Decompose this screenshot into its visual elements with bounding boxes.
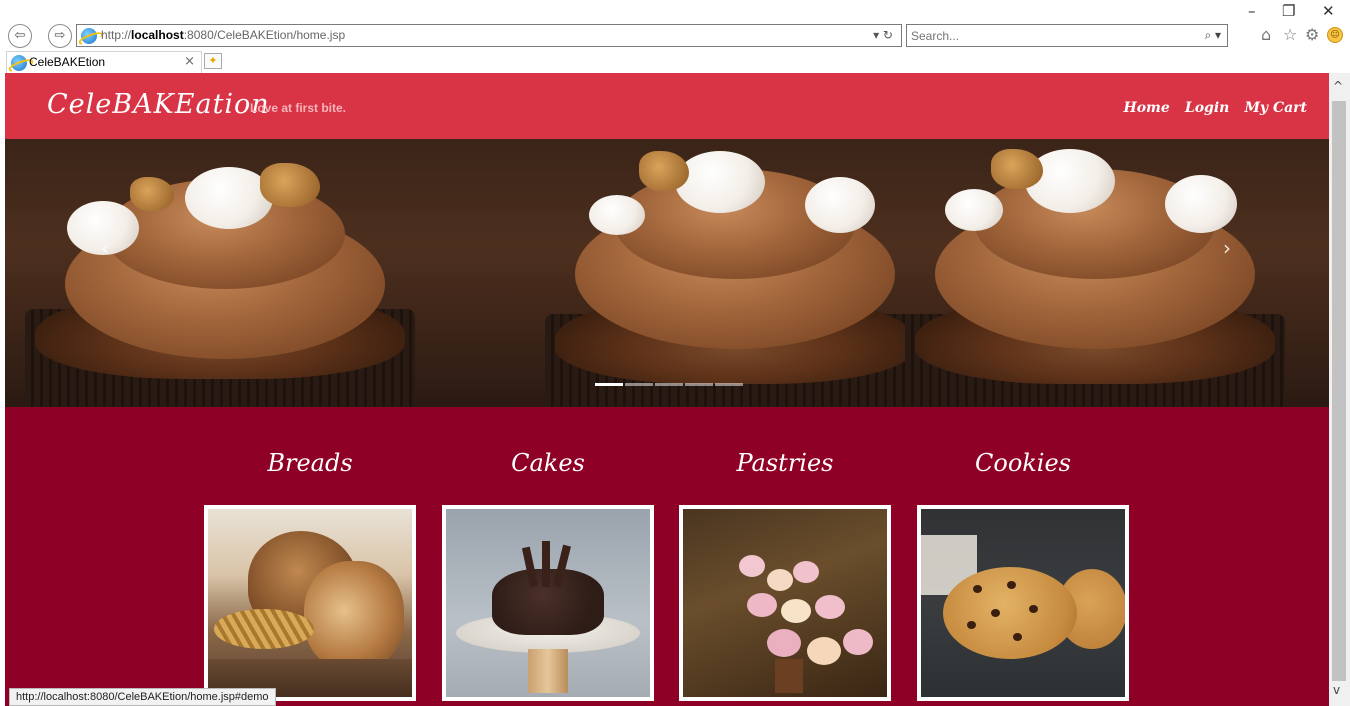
cakes-image[interactable] — [442, 505, 654, 701]
tab-title: CeleBAKEtion — [29, 55, 106, 69]
home-icon[interactable]: ⌂ — [1261, 25, 1271, 44]
gear-icon[interactable]: ⚙ — [1305, 25, 1319, 44]
category-title[interactable]: Pastries — [679, 449, 891, 477]
tab-celebaketion[interactable]: CeleBAKEtion × — [6, 51, 202, 73]
new-tab-button[interactable]: ✦ — [204, 53, 222, 69]
category-title[interactable]: Cookies — [917, 449, 1129, 477]
feedback-smiley-icon[interactable]: ☺ — [1327, 27, 1343, 43]
nav-home[interactable]: Home — [1123, 100, 1169, 116]
address-row: ⇦ ⇨ http://localhost:8080/CeleBAKEtion/h… — [0, 22, 1350, 50]
category-pastries[interactable]: Pastries — [679, 407, 891, 706]
category-cookies[interactable]: Cookies — [917, 407, 1129, 706]
site-brand[interactable]: CeleBAKEation — [47, 89, 270, 120]
tab-row: CeleBAKEtion × ✦ — [0, 50, 1350, 73]
carousel-indicator[interactable] — [715, 383, 743, 386]
page-viewport: CeleBAKEation Love at first bite. Home L… — [5, 73, 1329, 706]
restore-icon[interactable]: ❐ — [1282, 2, 1295, 20]
carousel-indicator[interactable] — [655, 383, 683, 386]
search-input[interactable] — [911, 27, 1191, 44]
status-url-tooltip: http://localhost:8080/CeleBAKEtion/home.… — [9, 688, 276, 706]
carousel-indicator[interactable] — [625, 383, 653, 386]
site-header: CeleBAKEation Love at first bite. Home L… — [5, 73, 1329, 139]
toolbar-icons: ⌂ ☆ ⚙ ☺ — [1255, 25, 1350, 47]
category-title[interactable]: Cakes — [442, 449, 654, 477]
window-controls: – ❐ ✕ — [1230, 0, 1350, 22]
scroll-down-icon[interactable]: v — [1333, 683, 1340, 697]
nav-login[interactable]: Login — [1185, 100, 1229, 116]
address-bar[interactable]: http://localhost:8080/CeleBAKEtion/home.… — [76, 24, 902, 47]
carousel-indicator[interactable] — [685, 383, 713, 386]
address-dropdown-refresh-icons[interactable]: ▾ ↻ — [873, 28, 893, 42]
category-section: Breads Cakes Pastries Cookies — [5, 407, 1329, 706]
close-window-icon[interactable]: ✕ — [1322, 2, 1335, 20]
carousel-indicator[interactable] — [595, 383, 623, 386]
nav-my-cart[interactable]: My Cart — [1244, 100, 1307, 116]
carousel-next-icon[interactable]: › — [1217, 233, 1237, 263]
ie-page-icon — [81, 28, 97, 44]
ie-tab-icon — [11, 55, 27, 71]
tab-close-icon[interactable]: × — [184, 54, 195, 69]
hero-carousel[interactable]: ‹ › — [5, 139, 1329, 407]
page-scrollbar[interactable]: ^ v — [1329, 73, 1350, 706]
forward-button[interactable]: ⇨ — [48, 24, 72, 48]
pastries-image[interactable] — [679, 505, 891, 701]
search-icon[interactable]: ⌕ ▾ — [1204, 28, 1221, 43]
minimize-icon[interactable]: – — [1248, 2, 1256, 20]
site-nav: Home Login My Cart — [1113, 97, 1307, 116]
search-box[interactable]: ⌕ ▾ — [906, 24, 1228, 47]
cookies-image[interactable] — [917, 505, 1129, 701]
favorites-star-icon[interactable]: ☆ — [1283, 25, 1297, 44]
category-breads[interactable]: Breads — [204, 407, 416, 706]
address-url: http://localhost:8080/CeleBAKEtion/home.… — [101, 28, 346, 42]
scroll-up-icon[interactable]: ^ — [1333, 79, 1343, 93]
carousel-prev-icon[interactable]: ‹ — [95, 233, 115, 263]
category-cakes[interactable]: Cakes — [442, 407, 654, 706]
scroll-thumb[interactable] — [1332, 101, 1346, 681]
breads-image[interactable] — [204, 505, 416, 701]
back-button[interactable]: ⇦ — [8, 24, 32, 48]
carousel-indicators — [595, 383, 743, 387]
category-title[interactable]: Breads — [204, 449, 416, 477]
site-tagline: Love at first bite. — [250, 101, 347, 115]
